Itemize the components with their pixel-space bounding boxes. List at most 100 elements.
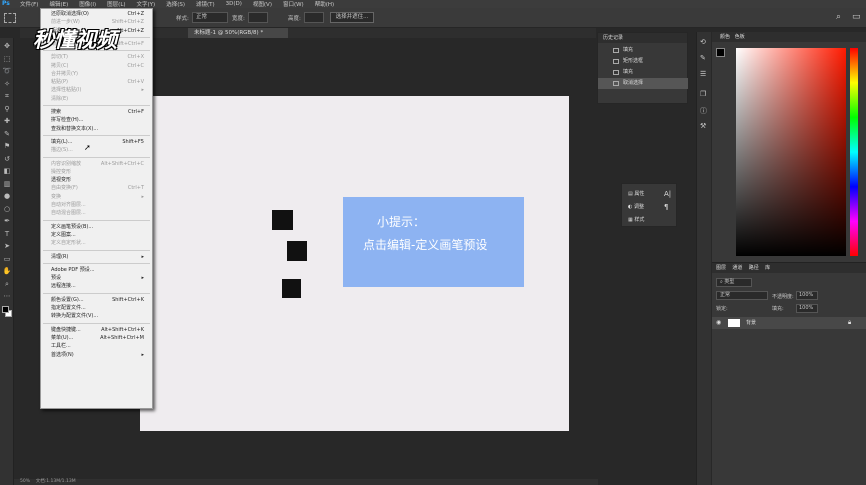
quick-select-icon[interactable]: ✧ [2,80,12,89]
menu-1[interactable]: 编辑(E) [49,0,68,8]
tab-paths[interactable]: 路径 [749,265,759,271]
layer-thumbnail [728,319,740,327]
gradient-tool-icon[interactable]: ▥ [2,180,12,189]
fill-field[interactable]: 100% [796,304,818,313]
edit-menu-item-label: 颜色设置(G)... [51,296,84,303]
pen-tool-icon[interactable]: ✒ [2,217,12,226]
history-item-label: 矩形选框 [623,58,644,64]
history-item[interactable]: 矩形选框 [598,56,688,67]
document-tab[interactable]: 未标题-1 @ 50%(RGB/8) * [188,28,288,38]
styles-item[interactable]: ▦ 样式 [628,216,644,223]
edit-menu-item: 描边(S)... [51,146,146,155]
crop-tool-icon[interactable]: ⌗ [2,92,12,101]
adjustments-item[interactable]: ◐ 调整 [628,203,644,210]
blur-tool-icon[interactable]: ● [2,192,12,201]
menu-5[interactable]: 选择(S) [166,0,185,8]
tab-libraries[interactable]: 库 [765,265,770,271]
color-panel-tabs: 颜色 色板 [712,32,866,42]
opacity-label: 不透明度: [772,294,794,300]
edit-menu-item-label: 转换为配置文件(V)... [51,313,99,320]
menu-0[interactable]: 文件(F) [20,0,38,8]
menu-8[interactable]: 视图(V) [253,0,272,8]
edit-menu-item-shortcut: ▸ [141,253,144,260]
right-icon-dock: ⟲ ✎ ☰ ❐ ⓘ ⚒ [696,32,711,485]
tab-layers[interactable]: 图层 [716,265,726,271]
more-tools-icon[interactable]: ⋯ [2,292,12,301]
menu-4[interactable]: 文字(Y) [137,0,156,8]
edit-menu-item-label: 内容识别缩放 [51,160,82,167]
height-field[interactable] [304,12,324,23]
menu-separator [43,322,150,324]
edit-menu-item[interactable]: 清理(R) ▸ [51,253,146,262]
layer-row-background[interactable]: ◉ 背景 🔒︎ [712,317,866,329]
menu-9[interactable]: 窗口(W) [283,0,304,8]
marquee-tool-icon[interactable] [4,13,16,23]
shape-tool-icon[interactable]: ▭ [2,255,12,264]
history-item[interactable]: 填充 [598,45,688,56]
style-select[interactable]: 正常 [192,12,228,23]
healing-brush-icon[interactable]: ✚ [2,117,12,126]
opacity-field[interactable]: 100% [796,291,818,300]
dodge-tool-icon[interactable]: ○ [2,205,12,214]
character-icon[interactable]: A| [664,190,671,198]
adjust-dock-icon[interactable]: ☰ [700,70,706,78]
brush-dock-icon[interactable]: ✎ [700,54,706,62]
menu-2[interactable]: 图像(I) [79,0,96,8]
select-and-mask-button[interactable]: 选择并遮住... [330,12,374,23]
brush-tool-icon[interactable]: ✎ [2,130,12,139]
zoom-level[interactable]: 50% [20,479,30,484]
menu-3[interactable]: 图层(L) [107,0,125,8]
history-panel: 历史记录 填充 矩形选框 填充 取消选择 [597,32,688,104]
edit-menu-item-label: Adobe PDF 预设... [51,266,95,273]
edit-menu-item-label: 自动对齐图层... [51,202,86,208]
status-bar: 50% 文档:1.13M/1.13M [14,479,598,485]
zoom-tool-icon[interactable]: ⌕ [2,280,12,289]
menu-7[interactable]: 3D(D) [226,1,242,7]
menu-separator [43,249,150,251]
layer-comps-dock-icon[interactable]: ❐ [700,90,706,98]
paragraph-icon[interactable]: ¶ [664,203,668,211]
menu-10[interactable]: 帮助(H) [315,0,334,8]
history-item[interactable]: 填充 [598,67,688,78]
properties-item[interactable]: ▤ 属性 [628,190,644,197]
type-tool-icon[interactable]: T [2,230,12,239]
foreground-color-swatch[interactable] [716,48,725,57]
hand-tool-icon[interactable]: ✋ [2,267,12,276]
search-icon[interactable]: ⌕ [836,12,841,22]
hue-slider[interactable] [850,48,858,256]
tab-swatches[interactable]: 色板 [735,34,745,40]
foreground-color-swatch[interactable] [2,306,9,313]
tab-channels[interactable]: 通道 [732,265,742,271]
edit-menu-item-label: 剪切(T) [51,54,68,61]
height-label: 高度: [288,16,301,22]
eraser-tool-icon[interactable]: ◧ [2,167,12,176]
edit-menu-item[interactable]: 转换为配置文件(V)... [51,312,146,321]
marquee-tool-icon[interactable]: ⬚ [2,55,12,64]
lasso-tool-icon[interactable]: ➰ [2,67,12,76]
history-brush-icon[interactable]: ↺ [2,155,12,164]
move-tool-icon[interactable]: ✥ [2,42,12,51]
black-square-1 [272,210,293,230]
edit-menu-item-label: 键盘快捷键... [51,326,81,333]
menu-separator [43,219,150,221]
black-square-2 [287,241,307,261]
tab-color[interactable]: 颜色 [720,34,730,40]
path-select-icon[interactable]: ➤ [2,242,12,251]
color-picker-field[interactable] [736,48,846,256]
history-dock-icon[interactable]: ⟲ [700,38,706,46]
edit-menu-item[interactable]: 查找和替换文本(X)... [51,125,146,134]
workspace-icon[interactable]: ▭ [852,12,861,22]
clone-stamp-icon[interactable]: ⚑ [2,142,12,151]
history-item[interactable]: 取消选择 [598,78,688,89]
blend-mode-select[interactable]: 正常 [716,291,768,300]
menu-6[interactable]: 滤镜(T) [196,0,215,8]
info-dock-icon[interactable]: ⓘ [700,106,707,116]
edit-menu-item[interactable]: 远程连接... [51,282,146,291]
edit-menu-item-label: 预设 [51,275,62,282]
edit-menu-item[interactable]: 首选项(N) ▸ [51,351,146,360]
tool-presets-dock-icon[interactable]: ⚒ [700,122,706,130]
layer-kind-filter[interactable]: ⌕ 类型 [716,278,752,287]
eyedropper-icon[interactable]: ⚲ [2,105,12,114]
width-field[interactable] [248,12,268,23]
eye-icon[interactable]: ◉ [716,317,721,329]
